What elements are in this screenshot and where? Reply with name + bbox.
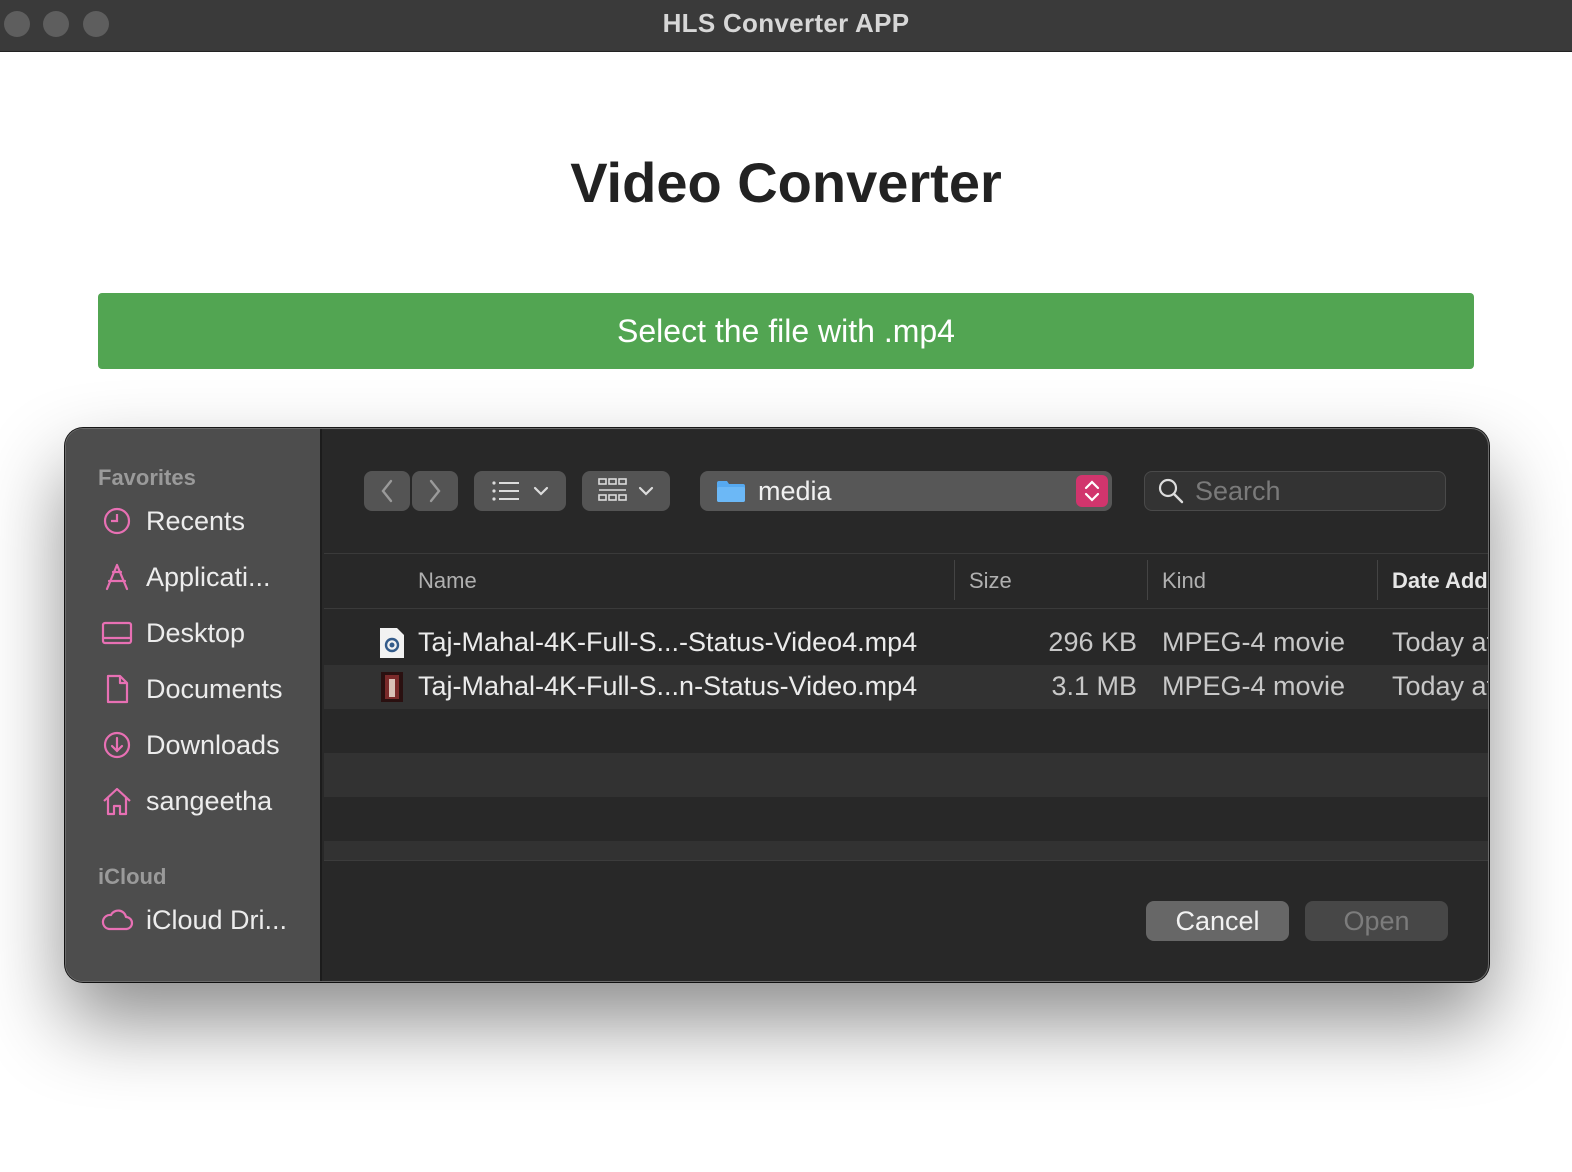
sidebar-item-icloud-drive[interactable]: iCloud Dri... xyxy=(100,900,287,940)
select-file-button[interactable]: Select the file with .mp4 xyxy=(98,293,1474,369)
footer-divider xyxy=(324,860,1488,861)
sidebar-item-label: Applicati... xyxy=(146,561,271,592)
cancel-button[interactable]: Cancel xyxy=(1146,901,1289,941)
file-name: Taj-Mahal-4K-Full-S...-Status-Video4.mp4 xyxy=(418,627,918,657)
column-divider[interactable] xyxy=(1147,560,1148,600)
location-popup[interactable]: media xyxy=(700,471,1112,511)
chevron-down-icon xyxy=(533,486,549,496)
file-kind: MPEG-4 movie xyxy=(1162,627,1346,657)
list-icon xyxy=(492,481,519,501)
file-size: 3.1 MB xyxy=(1051,671,1137,701)
column-header-row: Name Size Kind Date Add xyxy=(324,553,1488,609)
folder-icon xyxy=(717,481,745,502)
cloud-icon xyxy=(101,909,134,931)
file-date: Today at xyxy=(1392,671,1489,701)
chevron-left-icon xyxy=(381,479,393,503)
file-date: Today at xyxy=(1392,627,1489,657)
column-header-size[interactable]: Size xyxy=(969,568,1012,594)
search-icon xyxy=(1158,478,1184,504)
title-bar: HLS Converter APP xyxy=(0,0,1572,52)
download-icon xyxy=(103,731,131,759)
sidebar-section-icloud: iCloud xyxy=(98,864,167,889)
file-size: 296 KB xyxy=(1048,627,1137,657)
sidebar-item-label: Documents xyxy=(146,673,283,704)
sidebar-item-desktop[interactable]: Desktop xyxy=(100,613,245,653)
forward-button[interactable] xyxy=(412,471,458,511)
chevron-right-icon xyxy=(429,479,441,503)
sidebar-section-favorites: Favorites xyxy=(98,465,196,490)
group-view-button[interactable] xyxy=(582,471,670,511)
column-divider[interactable] xyxy=(954,560,955,600)
back-button[interactable] xyxy=(364,471,410,511)
dialog-sidebar: Favorites Recents Applicati... Desktop D… xyxy=(66,429,322,981)
sidebar-item-downloads[interactable]: Downloads xyxy=(100,725,280,765)
sidebar-item-label: Downloads xyxy=(146,729,280,760)
column-divider[interactable] xyxy=(1377,560,1378,600)
open-button[interactable]: Open xyxy=(1305,901,1448,941)
location-label: media xyxy=(758,475,832,506)
sidebar-item-label: iCloud Dri... xyxy=(146,904,288,935)
open-file-dialog: Favorites Recents Applicati... Desktop D… xyxy=(65,428,1489,982)
updown-chevron-icon xyxy=(1084,480,1100,502)
sidebar-item-recents[interactable]: Recents xyxy=(100,501,245,541)
sidebar-item-home[interactable]: sangeetha xyxy=(100,781,272,821)
sidebar-item-label: sangeetha xyxy=(146,785,273,816)
search-field[interactable] xyxy=(1144,471,1446,511)
list-view-button[interactable] xyxy=(474,471,566,511)
window-title: HLS Converter APP xyxy=(662,8,910,38)
file-name: Taj-Mahal-4K-Full-S...n-Status-Video.mp4 xyxy=(418,671,918,701)
file-kind: MPEG-4 movie xyxy=(1162,671,1346,701)
row-stripe xyxy=(324,753,1488,797)
clock-icon xyxy=(103,507,131,535)
sidebar-item-documents[interactable]: Documents xyxy=(100,669,283,709)
file-row[interactable]: Taj-Mahal-4K-Full-S...n-Status-Video.mp4… xyxy=(324,665,1489,709)
location-stepper[interactable] xyxy=(1076,475,1108,507)
column-header-date-added[interactable]: Date Add xyxy=(1392,568,1488,594)
page-title: Video Converter xyxy=(570,151,1002,214)
home-icon xyxy=(103,787,131,816)
sidebar-item-applications[interactable]: Applicati... xyxy=(100,557,271,597)
sidebar-item-label: Desktop xyxy=(146,617,246,648)
document-icon xyxy=(106,674,129,704)
video-thumbnail-icon xyxy=(381,672,403,702)
video-file-icon xyxy=(380,628,404,658)
desktop-icon xyxy=(101,621,133,645)
grid-icon xyxy=(598,478,627,501)
sidebar-item-label: Recents xyxy=(146,505,246,536)
file-row[interactable]: Taj-Mahal-4K-Full-S...-Status-Video4.mp4… xyxy=(324,621,1489,665)
column-header-name[interactable]: Name xyxy=(418,568,477,594)
applications-icon xyxy=(105,563,129,591)
chevron-down-icon xyxy=(638,486,654,496)
search-input[interactable] xyxy=(1195,475,1425,507)
row-stripe xyxy=(324,841,1488,860)
column-header-kind[interactable]: Kind xyxy=(1162,568,1206,594)
